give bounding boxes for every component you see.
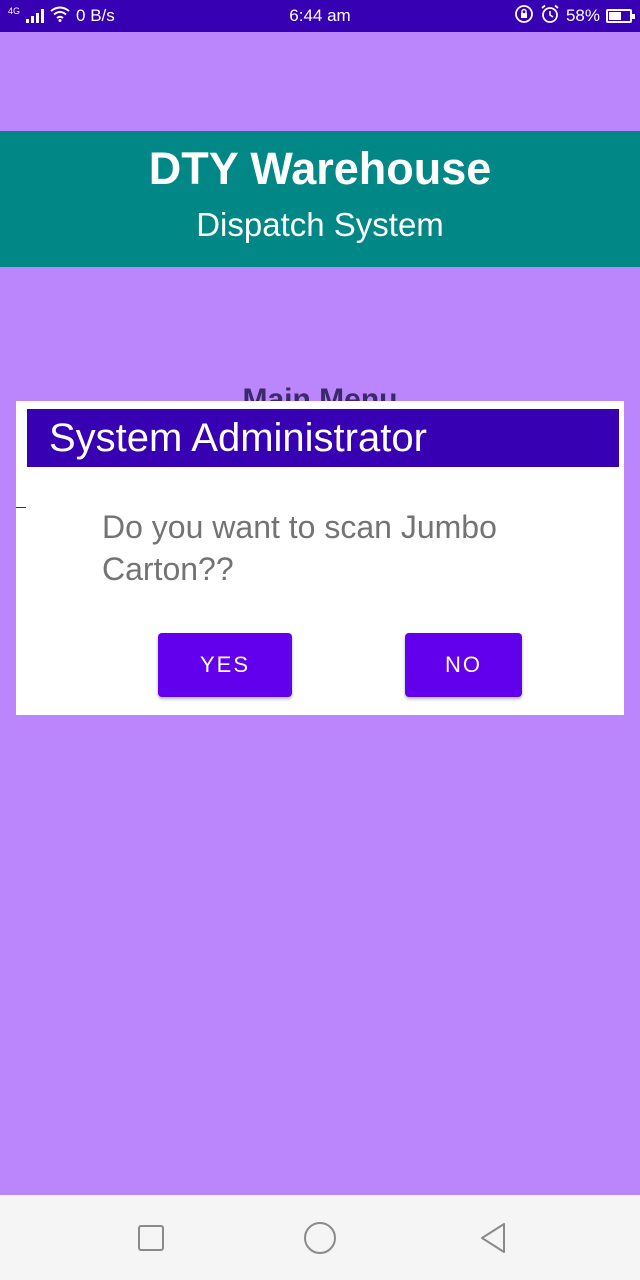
home-button[interactable] [280, 1195, 360, 1280]
battery-percent: 58% [565, 6, 600, 25]
back-icon [481, 1222, 505, 1253]
alarm-icon [540, 4, 560, 29]
status-time: 6:44 am [289, 6, 351, 25]
recent-apps-icon [138, 1224, 164, 1251]
recent-apps-button[interactable] [111, 1195, 191, 1280]
back-button[interactable] [453, 1195, 533, 1280]
dialog-title: System Administrator [27, 409, 619, 467]
home-icon [304, 1221, 336, 1254]
status-bar: 4G 0 B/s 6:44 am 58% [0, 0, 640, 32]
app-subtitle: Dispatch System [196, 206, 444, 243]
battery-icon [606, 9, 635, 23]
app-title: DTY Warehouse [148, 143, 492, 194]
app-header: DTY Warehouse Dispatch System [0, 131, 640, 267]
dialog-divider [16, 507, 26, 508]
navigation-bar [0, 1195, 640, 1280]
status-right: 58% [514, 0, 635, 32]
lock-rotation-icon [514, 4, 534, 29]
no-button[interactable]: NO [405, 633, 522, 697]
battery-fill [609, 12, 621, 20]
yes-button[interactable]: YES [158, 633, 292, 697]
dialog-message: Do you want to scan Jumbo Carton?? [102, 509, 497, 587]
confirm-dialog: System Administrator Do you want to scan… [16, 401, 624, 715]
